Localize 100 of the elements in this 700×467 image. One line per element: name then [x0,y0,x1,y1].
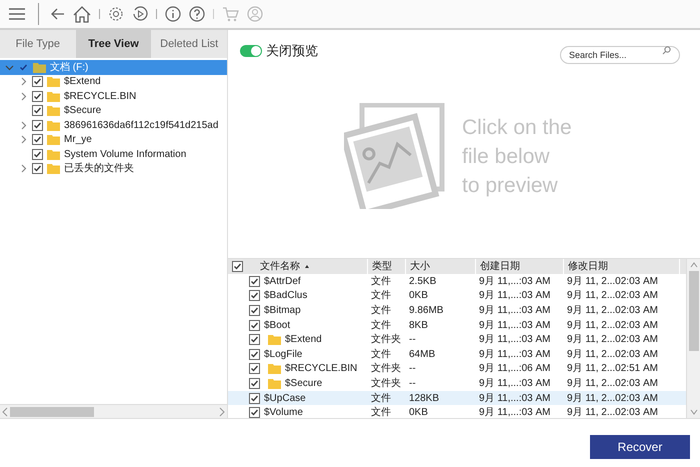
search-field[interactable]: Search Files... [560,46,680,64]
table-cell-text: 64MB [409,348,436,362]
checkbox[interactable] [249,334,260,346]
checkbox[interactable] [32,120,43,131]
chevron-right-icon[interactable] [19,164,28,174]
tree-item-label[interactable]: System Volume Information [64,146,186,162]
tab[interactable]: Deleted List [151,30,228,58]
tree-item-label[interactable]: $Extend [64,74,101,90]
table-cell-text: 9月 11,...:03 AM [479,304,551,318]
table-cell-text: 文件夹 [371,362,401,376]
checkbox[interactable] [249,363,260,374]
checkbox[interactable] [249,407,260,418]
checkbox[interactable] [32,163,43,174]
table-cell-text: $LogFile [264,348,302,362]
table-cell-text: -- [409,376,416,391]
help-icon[interactable] [189,6,205,22]
checkbox[interactable] [249,276,260,287]
tree-item-label[interactable]: $Secure [64,103,102,118]
settings-icon[interactable] [108,6,124,22]
table-cell-text: 2.5KB [409,274,436,289]
chevron-down-icon[interactable] [5,62,14,72]
table-cell-text: 8KB [409,318,428,333]
table-cell-text: 9月 11,...:06 AM [479,362,551,376]
tab[interactable]: Tree View [76,30,152,58]
table-cell-text: 9月 11,...:03 AM [479,406,551,420]
table-cell-text: 9月 11,...:03 AM [479,392,551,406]
checkbox[interactable] [32,76,43,88]
folder-icon [268,363,281,374]
scrollbar-thumb[interactable] [10,406,94,416]
checkbox[interactable] [232,261,242,272]
tree-item-label[interactable]: 已丢失的文件夹 [64,161,134,176]
table-cell-text: 0KB [409,406,428,420]
tab[interactable]: File Type [0,30,76,58]
folder-icon [47,120,60,131]
table-cell-text: -- [409,362,416,376]
table-cell-text: 9月 11, 2...02:03 AM [567,392,658,406]
checkbox[interactable] [32,148,43,160]
tree-item-label[interactable]: $RECYCLE.BIN [64,88,136,104]
table-cell-text: 文件 [371,406,391,420]
home-icon[interactable] [73,6,91,22]
column-header[interactable]: 类型 [368,259,406,274]
tree-item-label[interactable]: 386961636da6f112c19f541d215ad [64,118,218,133]
table-cell-text: 9月 11, 2...02:03 AM [567,333,658,348]
chevron-right-icon[interactable] [19,135,28,144]
play-history-icon[interactable] [132,6,148,22]
toggle-label: 关闭预览 [266,42,318,60]
checkbox[interactable] [249,290,260,302]
table-row-highlight[interactable]: $UpCase 文件 128KB 9月 11,...:03 AM 9月 11, 2...02:03 AM [228,390,686,406]
checkbox[interactable] [32,134,43,146]
recover-button[interactable]: Recover [590,435,690,459]
checkbox[interactable] [32,90,43,102]
folder-icon [47,105,60,116]
checkbox[interactable] [249,348,260,360]
table-cell-text: 9月 11, 2...02:51 AM [567,362,658,376]
table-cell-text: 9月 11, 2...02:03 AM [567,289,658,304]
table-cell-text: $BadClus [264,289,308,304]
table-cell-text: $Secure [285,376,322,391]
table-cell-text: $Volume [264,406,303,420]
checkbox[interactable] [249,378,260,389]
table-cell-text: $UpCase [264,392,306,406]
table-cell-text: 9月 11, 2...02:03 AM [567,376,658,391]
table-cell-text: $AttrDef [264,274,301,289]
checkbox[interactable] [249,392,260,404]
info-icon[interactable] [165,6,181,22]
search-icon [662,46,671,55]
tree-item-label[interactable]: Mr_ye [64,132,92,148]
sort-arrow-icon [304,264,310,270]
folder-icon [268,334,281,346]
table-cell-text: 文件 [371,304,391,318]
folder-icon [33,62,46,73]
column-header[interactable]: 大小 [406,259,476,274]
table-cell-text: 9月 11,...:03 AM [479,348,551,362]
table-cell-text: 文件 [371,288,391,304]
checkbox[interactable] [249,320,260,331]
folder-icon [47,90,60,102]
table-cell-text: 9月 11, 2...02:03 AM [567,348,658,362]
table-cell-text: 文件 [371,318,391,333]
table-cell-text: 9.86MB [409,304,444,318]
chevron-right-icon[interactable] [19,92,28,101]
back-arrow-icon[interactable] [51,8,65,20]
table-cell-text: $RECYCLE.BIN [285,362,358,376]
column-header[interactable]: 创建日期 [476,259,564,274]
table-cell-text: 文件 [371,348,391,362]
preview-hint-text: Click on the [462,114,572,140]
checkbox[interactable] [249,304,260,316]
menu-icon[interactable] [8,7,26,21]
table-cell-text: 128KB [409,392,440,406]
column-header[interactable]: 文件名称 [246,259,368,274]
table-cell-text: 文件夹 [371,332,401,348]
table-cell-text: 9月 11, 2...02:03 AM [567,274,658,289]
checkbox[interactable] [32,105,43,116]
table-cell-text: 9月 11,...:03 AM [479,318,551,333]
table-cell-text: 9月 11,...:03 AM [479,289,551,304]
table-cell-text: 9月 11,...:03 AM [479,274,551,289]
preview-toggle[interactable] [240,45,262,57]
chevron-right-icon[interactable] [19,120,28,130]
chevron-right-icon[interactable] [19,77,28,86]
table-cell-text: 文件 [371,392,391,406]
column-header[interactable]: 修改日期 [564,259,680,274]
scrollbar-thumb[interactable] [688,271,698,351]
